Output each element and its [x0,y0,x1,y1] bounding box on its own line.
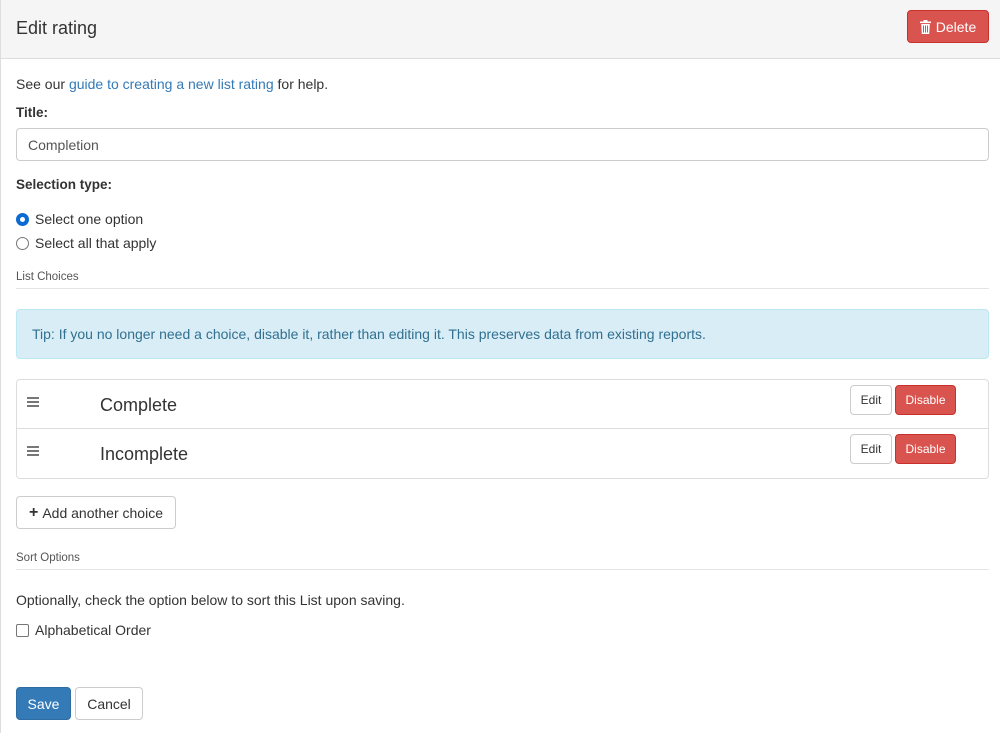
list-item: Incomplete Edit Disable [17,429,988,478]
page-title: Edit rating [16,18,98,38]
add-choice-button[interactable]: + Add another choice [16,496,176,529]
drag-handle-icon[interactable] [27,397,39,407]
delete-button[interactable]: Delete [907,10,989,43]
help-prefix: See our [16,76,69,92]
edit-choice-button[interactable]: Edit [850,385,892,415]
radio-select-all[interactable]: Select all that apply [16,235,156,251]
help-suffix: for help. [273,76,329,92]
plus-icon: + [29,503,39,521]
radio-select-one[interactable]: Select one option [16,211,143,227]
cancel-button[interactable]: Cancel [75,687,143,720]
radio-select-one-label: Select one option [35,211,144,227]
panel-header: Edit rating Delete [1,0,1000,59]
radio-checked-icon[interactable] [16,212,29,226]
radio-select-all-label: Select all that apply [35,235,157,251]
title-input[interactable] [16,128,989,161]
disable-choice-button[interactable]: Disable [895,385,956,415]
sort-help-text: Optionally, check the option below to so… [16,592,405,608]
alphabetical-order-checkbox[interactable] [16,623,29,637]
tip-alert: Tip: If you no longer need a choice, dis… [16,309,989,359]
choice-list: Complete Edit Disable Incomplete Edit Di… [16,379,989,479]
drag-handle-icon[interactable] [27,446,39,456]
selection-type-label: Selection type: [16,177,113,192]
disable-choice-button[interactable]: Disable [895,434,956,464]
alphabetical-order-label: Alphabetical Order [35,622,151,638]
radio-unchecked-icon[interactable] [16,236,29,250]
sort-options-legend: Sort Options [16,552,989,570]
choice-label: Complete [100,395,178,415]
trash-icon [919,19,931,34]
edit-rating-panel: Edit rating Delete See our guide to crea… [0,0,1000,733]
guide-link[interactable]: guide to creating a new list rating [69,76,274,92]
list-choices-legend: List Choices [16,271,989,289]
edit-choice-button[interactable]: Edit [850,434,892,464]
title-label: Title: [16,105,49,120]
choice-label: Incomplete [100,444,189,464]
alphabetical-order-option[interactable]: Alphabetical Order [16,622,151,638]
delete-button-label: Delete [935,18,977,35]
add-choice-label: Add another choice [42,504,163,521]
help-text: See our guide to creating a new list rat… [16,76,328,92]
save-button[interactable]: Save [16,687,71,720]
list-item: Complete Edit Disable [17,380,988,429]
